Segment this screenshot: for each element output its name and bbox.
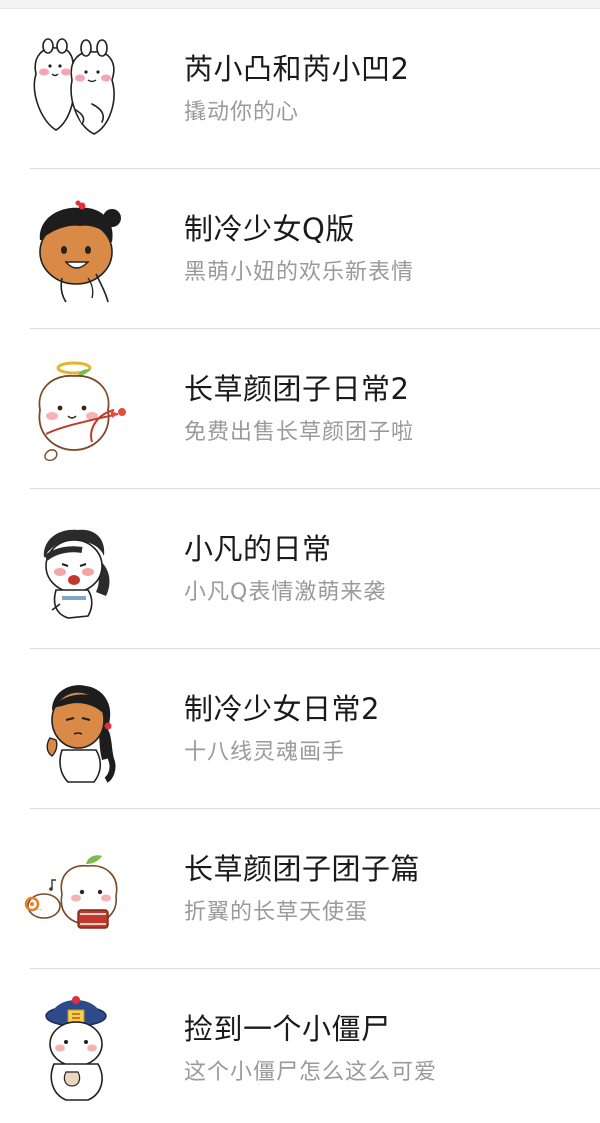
sticker-pack-text: 长草颜团子团子篇 折翼的长草天使蛋 (184, 849, 420, 929)
sticker-pack-text: 捡到一个小僵尸 这个小僵尸怎么这么可爱 (184, 1009, 437, 1089)
sticker-pack-list: 芮小凸和芮小凹2 撬动你的心 制冷少女Q版 黑萌小妞的欢乐新表情 长草颜团子日常… (0, 9, 600, 1123)
sticker-pack-title: 长草颜团子团子篇 (184, 852, 421, 886)
backpack-boy-sticker-icon (22, 514, 132, 624)
sticker-pack-subtitle: 免费出售长草颜团子啦 (184, 420, 415, 445)
sticker-pack-subtitle: 十八线灵魂画手 (184, 740, 346, 765)
dark-girl-sticker-icon (22, 194, 132, 304)
sticker-pack-subtitle: 折翼的长草天使蛋 (184, 900, 369, 925)
dumpling-drummer-sticker-icon: ... (22, 834, 132, 944)
sticker-pack-text: 芮小凸和芮小凹2 撬动你的心 (184, 49, 409, 129)
sticker-pack-title: 捡到一个小僵尸 (184, 1012, 391, 1046)
braided-girl-sticker-icon (22, 674, 132, 784)
sticker-pack-item-3[interactable]: 长草颜团子日常2 免费出售长草颜团子啦 (0, 329, 600, 489)
sticker-pack-subtitle: 这个小僵尸怎么这么可爱 (184, 1060, 438, 1085)
sticker-pack-item-7[interactable]: 捡到一个小僵尸 这个小僵尸怎么这么可爱 (0, 969, 600, 1123)
sticker-pack-item-5[interactable]: 制冷少女日常2 十八线灵魂画手 (0, 649, 600, 809)
sticker-pack-title: 长草颜团子日常2 (184, 372, 410, 406)
sticker-pack-text: 制冷少女Q版 黑萌小妞的欢乐新表情 (184, 209, 414, 289)
sticker-pack-text: 长草颜团子日常2 免费出售长草颜团子啦 (184, 369, 414, 449)
sticker-pack-item-6[interactable]: ... 长草颜团子团子篇 折翼的长草天使蛋 (0, 809, 600, 969)
baby-zombie-sticker-icon (22, 994, 132, 1104)
sticker-pack-title: 制冷少女Q版 (184, 212, 355, 246)
sticker-pack-title: 芮小凸和芮小凹2 (184, 52, 410, 86)
sticker-pack-subtitle: 撬动你的心 (184, 100, 300, 125)
sticker-pack-text: 制冷少女日常2 十八线灵魂画手 (184, 689, 380, 769)
sticker-pack-subtitle: 黑萌小妞的欢乐新表情 (184, 260, 415, 285)
top-divider (0, 0, 600, 9)
sticker-pack-subtitle: 小凡Q表情激萌来袭 (184, 580, 387, 605)
sticker-pack-title: 制冷少女日常2 (184, 692, 380, 726)
sticker-pack-title: 小凡的日常 (184, 532, 332, 566)
sticker-pack-text: 小凡的日常 小凡Q表情激萌来袭 (184, 529, 386, 609)
twin-bunnies-sticker-icon (22, 34, 132, 144)
sticker-pack-item-1[interactable]: 芮小凸和芮小凹2 撬动你的心 (0, 9, 600, 169)
sticker-pack-item-2[interactable]: 制冷少女Q版 黑萌小妞的欢乐新表情 (0, 169, 600, 329)
cupid-dumpling-sticker-icon (22, 354, 132, 464)
sticker-pack-item-4[interactable]: 小凡的日常 小凡Q表情激萌来袭 (0, 489, 600, 649)
